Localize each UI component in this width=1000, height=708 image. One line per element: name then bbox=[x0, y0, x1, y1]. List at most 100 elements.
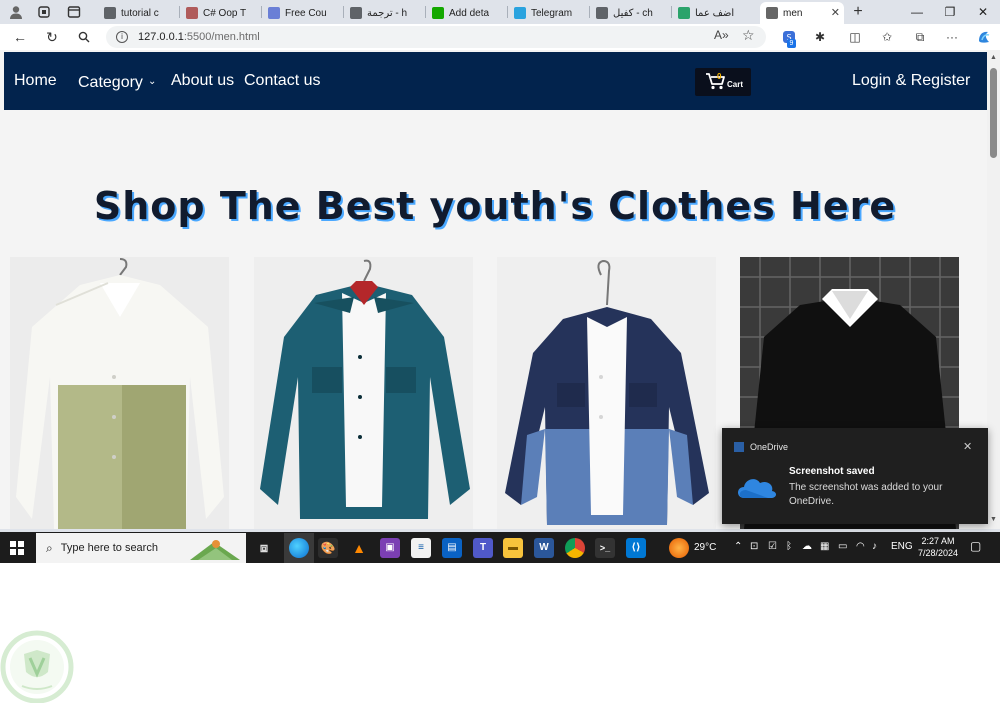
notification-center-icon[interactable]: ▢ bbox=[970, 539, 981, 553]
nav-category-link[interactable]: Category bbox=[78, 74, 143, 92]
profile-icon[interactable] bbox=[8, 4, 24, 20]
volume-icon[interactable]: ♪ bbox=[872, 541, 877, 552]
taskbar-clock[interactable]: 2:27 AM 7/28/2024 bbox=[918, 535, 958, 559]
nav-about-link[interactable]: About us bbox=[171, 72, 234, 90]
vertical-scrollbar[interactable]: ▲ ▼ bbox=[987, 50, 1000, 529]
tab-actions-icon[interactable] bbox=[66, 4, 82, 20]
browser-tab-label: men bbox=[783, 7, 803, 19]
search-highlight-icon bbox=[190, 540, 240, 560]
search-icon bbox=[350, 7, 362, 19]
browser-tab-label: Add deta bbox=[449, 7, 490, 19]
search-icon[interactable] bbox=[74, 27, 94, 47]
extensions-puzzle-icon[interactable]: ✱ bbox=[810, 27, 830, 47]
taskbar-search-placeholder: Type here to search bbox=[60, 542, 158, 554]
nav-home-link[interactable]: Home bbox=[14, 72, 57, 90]
telegram-icon bbox=[514, 7, 526, 19]
scroll-up-arrow-icon[interactable]: ▲ bbox=[990, 54, 997, 61]
weather-temperature[interactable]: 29°C bbox=[694, 542, 716, 553]
copilot-icon[interactable] bbox=[974, 27, 994, 47]
notes-app-icon[interactable]: ≡ bbox=[411, 538, 431, 558]
language-indicator[interactable]: ENG bbox=[891, 541, 913, 552]
chrome-app-icon[interactable] bbox=[565, 538, 585, 558]
browser-tab[interactable]: أضف عما bbox=[672, 2, 754, 24]
browser-tab-label: أضف عما bbox=[695, 7, 735, 19]
browser-tab[interactable]: كفيل - ch bbox=[590, 2, 672, 24]
browser-tab-strip: tutorial c C# Oop T Free Cou ترجمة - h Add d… bbox=[0, 0, 1000, 24]
chevron-down-icon[interactable]: ⌄ bbox=[148, 76, 156, 87]
scroll-down-arrow-icon[interactable]: ▼ bbox=[990, 516, 997, 523]
login-register-link[interactable]: Login & Register bbox=[852, 72, 970, 90]
browser-tab[interactable]: men ✕ bbox=[760, 2, 844, 24]
file-explorer-icon[interactable]: ▬ bbox=[503, 538, 523, 558]
battery-icon[interactable]: ▭ bbox=[838, 541, 847, 552]
cart-count: 0 bbox=[717, 72, 722, 81]
minimize-button[interactable]: — bbox=[902, 2, 932, 22]
product-card[interactable] bbox=[497, 257, 716, 529]
search-icon bbox=[596, 7, 608, 19]
watermark-logo bbox=[0, 630, 74, 704]
page-title: Shop The Best youth's Clothes Here bbox=[93, 184, 897, 228]
refresh-icon[interactable]: ↻ bbox=[42, 27, 62, 47]
product-card[interactable] bbox=[254, 257, 473, 529]
read-aloud-icon[interactable]: A» bbox=[714, 28, 729, 42]
collections-icon[interactable]: ⧉ bbox=[910, 27, 930, 47]
back-arrow-icon[interactable]: ← bbox=[10, 27, 30, 47]
close-tab-icon[interactable]: ✕ bbox=[831, 6, 840, 19]
scrollbar-thumb[interactable] bbox=[990, 68, 997, 158]
task-view-icon[interactable]: ⧈ bbox=[254, 538, 274, 558]
workspaces-icon[interactable] bbox=[36, 4, 52, 20]
security-icon[interactable]: ▦ bbox=[820, 541, 829, 552]
browser-tab[interactable]: tutorial c bbox=[98, 2, 180, 24]
paint-app-icon[interactable]: 🎨 bbox=[318, 538, 338, 558]
browser-tab-label: tutorial c bbox=[121, 7, 159, 19]
split-screen-icon[interactable]: ◫ bbox=[845, 27, 865, 47]
windows-start-icon[interactable] bbox=[10, 541, 24, 555]
product-image-white-olive-shirt bbox=[10, 257, 229, 529]
onedrive-tray-icon[interactable]: ☁ bbox=[802, 541, 812, 552]
favorite-star-icon[interactable]: ☆ bbox=[742, 27, 755, 44]
tray-app-icon[interactable]: ☑ bbox=[768, 541, 777, 552]
clock-time: 2:27 AM bbox=[921, 536, 955, 546]
media-app-icon[interactable]: ▣ bbox=[380, 538, 400, 558]
bluetooth-icon[interactable]: ᛒ bbox=[786, 541, 792, 552]
toast-body: The screenshot was added to your OneDriv… bbox=[789, 482, 943, 507]
address-bar[interactable]: i 127.0.0.1:5500/men.html bbox=[106, 26, 766, 48]
chevron-up-icon[interactable]: ⌃ bbox=[734, 541, 742, 552]
vlc-app-icon[interactable]: ▲ bbox=[349, 538, 369, 558]
vscode-app-icon[interactable]: ⟨⟩ bbox=[626, 538, 646, 558]
product-card[interactable] bbox=[10, 257, 229, 529]
nav-contact-link[interactable]: Contact us bbox=[244, 72, 320, 90]
terminal-app-icon[interactable]: >_ bbox=[595, 538, 615, 558]
onedrive-cloud-icon bbox=[738, 479, 777, 498]
close-icon[interactable]: ✕ bbox=[963, 440, 972, 453]
favorites-icon[interactable]: ✩ bbox=[877, 27, 897, 47]
maximize-button[interactable]: ❐ bbox=[935, 2, 965, 22]
browser-tab-label: Free Cou bbox=[285, 7, 327, 19]
browser-tab[interactable]: Telegram bbox=[508, 2, 590, 24]
new-tab-button[interactable]: + bbox=[848, 2, 868, 22]
teams-app-icon[interactable]: T bbox=[473, 538, 493, 558]
browser-tab-label: C# Oop T bbox=[203, 7, 247, 19]
browser-tab[interactable]: ترجمة - h bbox=[344, 2, 426, 24]
device-icon[interactable]: ⊡ bbox=[750, 541, 758, 552]
url-host: 127.0.0.1 bbox=[138, 31, 184, 43]
browser-tab[interactable]: C# Oop T bbox=[180, 2, 262, 24]
toast-heading: Screenshot saved bbox=[789, 466, 875, 477]
taskbar-search-box[interactable]: ⌕ Type here to search bbox=[36, 533, 246, 563]
cart-button[interactable]: 0 Cart bbox=[695, 68, 751, 96]
close-window-button[interactable]: ✕ bbox=[968, 2, 998, 22]
word-app-icon[interactable]: W bbox=[534, 538, 554, 558]
search-icon: ⌕ bbox=[46, 540, 53, 555]
onedrive-notification[interactable]: OneDrive ✕ Screenshot saved The screensh… bbox=[722, 428, 988, 524]
browser-tab[interactable]: Free Cou bbox=[262, 2, 344, 24]
weather-icon[interactable] bbox=[669, 538, 689, 558]
more-menu-icon[interactable]: ··· bbox=[942, 27, 962, 47]
clock-date: 7/28/2024 bbox=[918, 548, 959, 558]
screen: tutorial c C# Oop T Free Cou ترجمة - h Add d… bbox=[0, 0, 1000, 563]
trello-app-icon[interactable]: ▤ bbox=[442, 538, 462, 558]
search-icon bbox=[104, 7, 116, 19]
site-info-icon[interactable]: i bbox=[116, 31, 128, 43]
wifi-icon[interactable]: ◠ bbox=[856, 541, 865, 552]
browser-tab[interactable]: Add deta bbox=[426, 2, 508, 24]
edge-app-icon[interactable] bbox=[289, 538, 309, 558]
